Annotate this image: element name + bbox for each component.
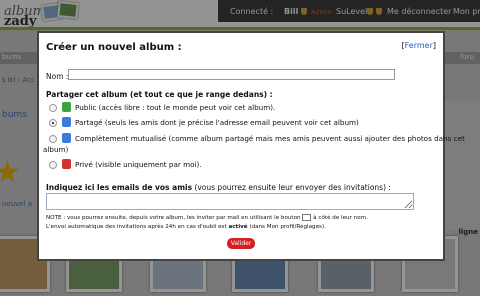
create-album-dialog: Créer un nouvel album : [Fermer] Nom : P… <box>37 31 465 261</box>
note-line1-a: NOTE : vous pourrez ensuite, depuis votr… <box>46 215 301 221</box>
option-mutualized-label: Complètement mutualisé (comme album part… <box>75 134 465 143</box>
invite-mail-icon <box>302 214 312 221</box>
dialog-title: Créer un nouvel album : <box>46 42 182 53</box>
lock-icon <box>62 159 71 169</box>
emails-label-rest: (vous pourrez ensuite leur envoyer des i… <box>194 183 391 192</box>
option-public-label: Public (accès libre : tout le monde peut… <box>75 103 276 112</box>
close-button[interactable]: [Fermer] <box>402 41 437 50</box>
emails-label: Indiquez ici les emails de vos amis (vou… <box>46 183 391 192</box>
option-mutualized-label-cont: album) <box>43 145 69 154</box>
radio-shared[interactable] <box>49 119 57 127</box>
radio-mutualized[interactable] <box>49 135 57 143</box>
friends-emails-input[interactable] <box>46 193 414 210</box>
option-shared-label: Partagé (seuls les amis dont je précise … <box>75 118 359 127</box>
name-label: Nom : <box>46 72 69 81</box>
album-name-input[interactable] <box>68 69 395 80</box>
close-bracket-end: ] <box>432 41 436 50</box>
radio-public[interactable] <box>49 104 57 112</box>
note-line2-b: (dans Mon profil/Réglages). <box>249 224 326 230</box>
emails-label-bold: Indiquez ici les emails de vos amis <box>46 183 193 192</box>
lock-icon <box>62 102 71 112</box>
radio-private[interactable] <box>49 161 57 169</box>
option-private-label: Privé (visible uniquement par moi). <box>75 160 202 169</box>
note-line2-a: L'envoi automatique des invitations aprè… <box>46 224 227 230</box>
lock-icon <box>62 117 71 127</box>
lock-icon <box>62 133 71 143</box>
share-title: Partager cet album (et tout ce que je ra… <box>46 90 273 99</box>
note-line1-b: à côté de leur nom. <box>313 215 368 221</box>
validate-button[interactable]: Valider <box>227 238 255 249</box>
invitation-note: NOTE : vous pourrez ensuite, depuis votr… <box>46 214 368 232</box>
close-label[interactable]: Fermer <box>405 41 433 50</box>
note-line2-bold: activé <box>228 224 248 230</box>
